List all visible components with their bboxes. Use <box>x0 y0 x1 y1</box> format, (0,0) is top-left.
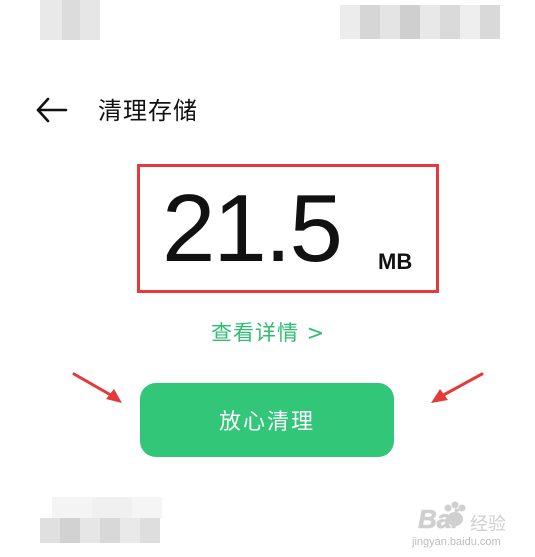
arrow-left-icon <box>36 97 68 123</box>
header-bar: 清理存储 <box>0 88 535 134</box>
view-details-link[interactable]: 查看详情 > <box>211 318 325 348</box>
baidu-jingyan-watermark: Bai 经验 jingyan.baidu.com <box>388 498 528 556</box>
pointer-arrow-right-icon <box>431 372 484 403</box>
clean-button[interactable]: 放心清理 <box>140 383 394 457</box>
pointer-arrow-left-icon <box>72 372 122 403</box>
paw-icon <box>444 501 466 526</box>
page-title: 清理存储 <box>98 97 198 125</box>
bottom-blurred-area <box>40 518 160 543</box>
storage-size-unit: MB <box>378 249 413 274</box>
storage-size-highlight: 21.5 MB <box>137 164 439 293</box>
status-bar-left-blurred <box>40 0 100 40</box>
storage-size-value: 21.5 <box>162 175 343 282</box>
bottom-blurred-area-top <box>52 497 162 519</box>
watermark-brand-tail: 经验 <box>470 514 506 535</box>
back-button[interactable] <box>34 94 74 126</box>
watermark-url: jingyan.baidu.com <box>412 536 501 548</box>
status-bar-right-blurred <box>340 5 500 39</box>
